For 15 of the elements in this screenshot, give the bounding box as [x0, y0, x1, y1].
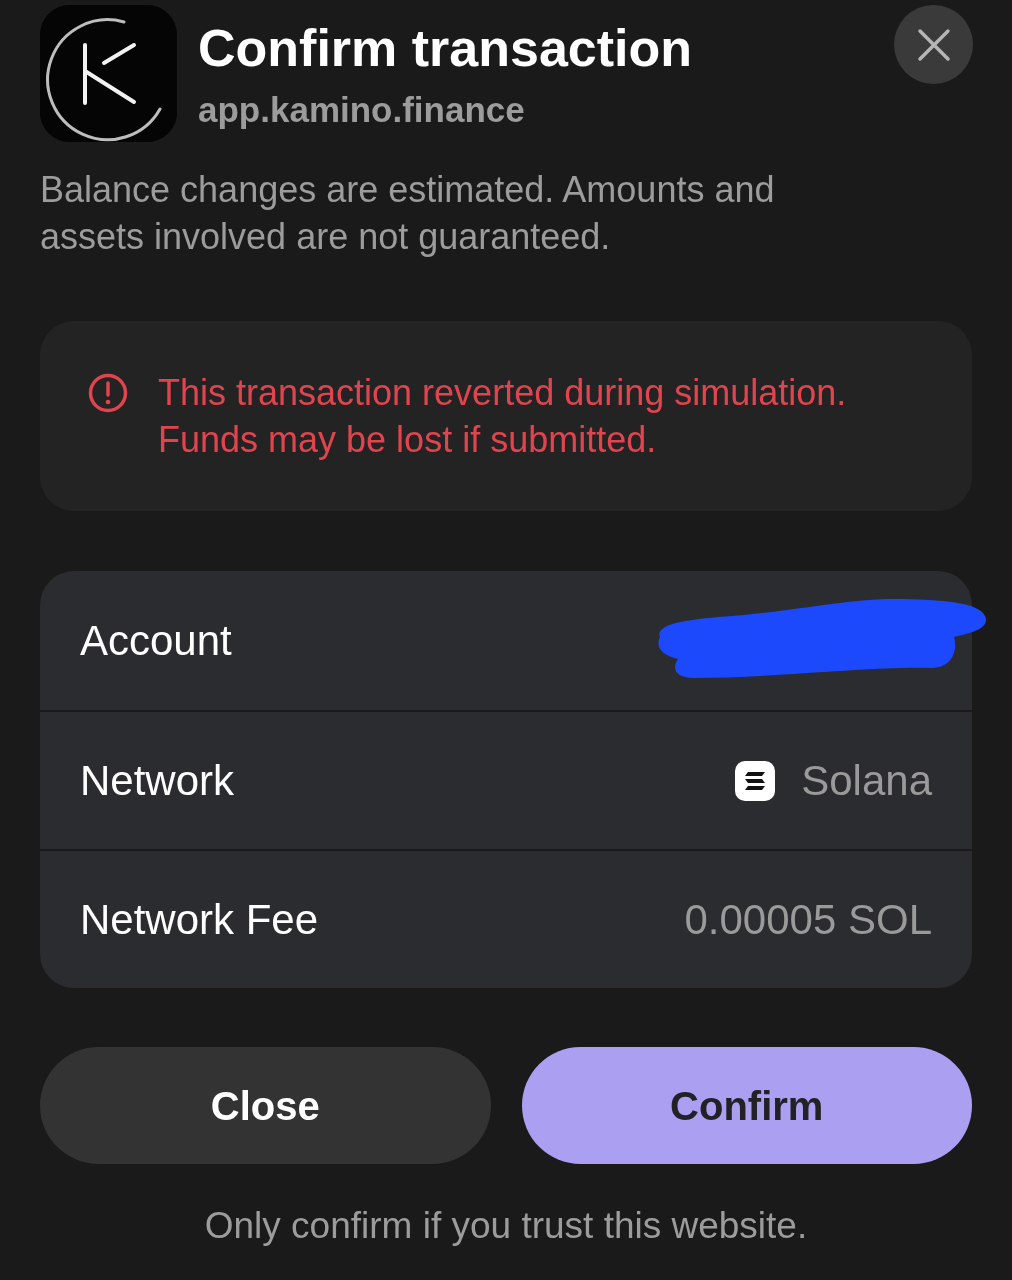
alert-icon: [88, 373, 128, 413]
detail-value: Solana: [801, 756, 932, 806]
detail-value: 0.00005 SOL: [684, 895, 932, 945]
detail-label: Account: [80, 616, 232, 666]
confirm-button[interactable]: Confirm: [521, 1047, 972, 1164]
dialog-title: Confirm transaction: [198, 18, 694, 78]
notice-text: Balance changes are estimated. Amounts and assets involved are not guaranteed.: [40, 168, 776, 259]
network-icon: [735, 760, 776, 801]
footer-note: Only confirm if you trust this website.: [203, 1204, 809, 1248]
site-address: app.kamino.finance: [198, 89, 526, 131]
close-dialog-button[interactable]: Close: [40, 1047, 491, 1164]
warning-text: This transaction reverted during simulation. Funds may be lost if submitted.: [158, 371, 848, 462]
close-icon: [915, 26, 952, 63]
detail-label: Network Fee: [80, 895, 319, 945]
detail-label: Network: [80, 756, 235, 806]
